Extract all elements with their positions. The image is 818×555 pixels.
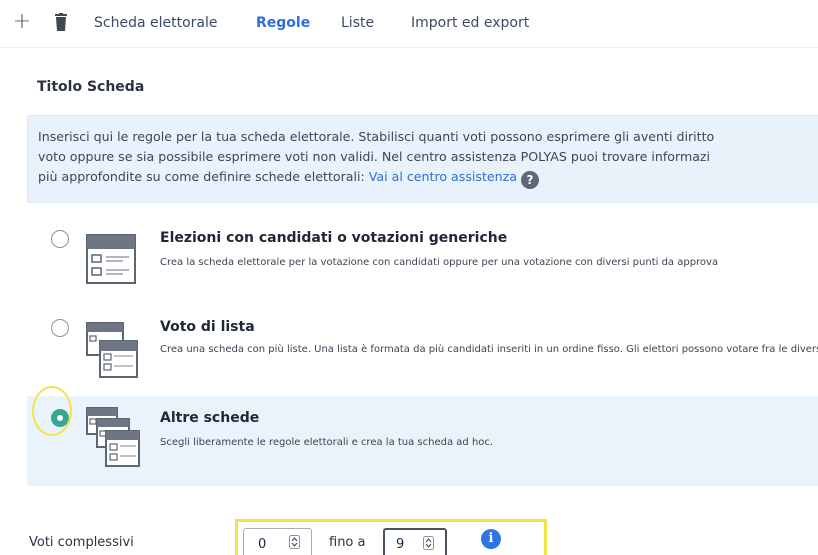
option-other-ballots-description: Scegli liberamente le regole elettorali … <box>160 437 494 448</box>
single-ballot-icon <box>86 234 136 288</box>
radio-candidates[interactable] <box>51 230 69 248</box>
multi-ballot-icon <box>86 407 140 471</box>
toolbar: + Scheda elettorale Regole Liste Import … <box>0 0 818 48</box>
option-list-vote-description: Crea una scheda con più liste. Una lista… <box>160 344 818 355</box>
tab-liste[interactable]: Liste <box>341 14 374 32</box>
tab-regole[interactable]: Regole <box>256 14 310 32</box>
info-line-3-text: più approfondite su come definire schede… <box>38 169 369 184</box>
info-line-2: voto oppure se sia possibile esprimere v… <box>38 149 711 164</box>
info-line-1: Inserisci qui le regole per la tua sched… <box>38 129 715 144</box>
total-votes-label: Voti complessivi <box>29 535 134 550</box>
option-list-vote[interactable]: Voto di lista Crea una scheda con più li… <box>27 307 818 387</box>
range-label: fino a <box>329 535 366 550</box>
tab-import-export[interactable]: Import ed export <box>411 14 529 32</box>
info-box: Inserisci qui le regole per la tua sched… <box>27 115 818 203</box>
plus-icon[interactable]: + <box>11 10 33 34</box>
votes-to-value: 9 <box>396 537 405 552</box>
page-title: Titolo Scheda <box>37 79 145 95</box>
option-other-ballots[interactable]: Altre schede Scegli liberamente le regol… <box>27 396 818 486</box>
option-candidates-title: Elezioni con candidati o votazioni gener… <box>160 230 508 246</box>
votes-from-value: 0 <box>258 537 267 552</box>
option-candidates-description: Crea la scheda elettorale per la votazio… <box>160 257 719 268</box>
votes-to-input[interactable]: 9 <box>383 528 447 555</box>
trash-icon[interactable] <box>50 10 72 34</box>
votes-from-input[interactable]: 0 <box>243 528 312 555</box>
radio-other-ballots[interactable] <box>51 409 69 427</box>
tab-scheda-elettorale[interactable]: Scheda elettorale <box>94 14 217 32</box>
option-list-vote-title: Voto di lista <box>160 319 255 335</box>
option-candidates[interactable]: Elezioni con candidati o votazioni gener… <box>27 214 818 294</box>
option-other-ballots-title: Altre schede <box>160 410 260 426</box>
help-icon[interactable]: ? <box>520 171 539 189</box>
stepper-icon[interactable] <box>423 536 434 550</box>
list-ballot-icon <box>86 322 138 382</box>
info-line-3: più approfondite su come definire schede… <box>38 167 818 189</box>
radio-list-vote[interactable] <box>51 319 69 337</box>
info-icon[interactable]: i <box>481 529 501 549</box>
stepper-icon[interactable] <box>289 535 300 549</box>
help-center-link[interactable]: Vai al centro assistenza <box>369 169 517 184</box>
